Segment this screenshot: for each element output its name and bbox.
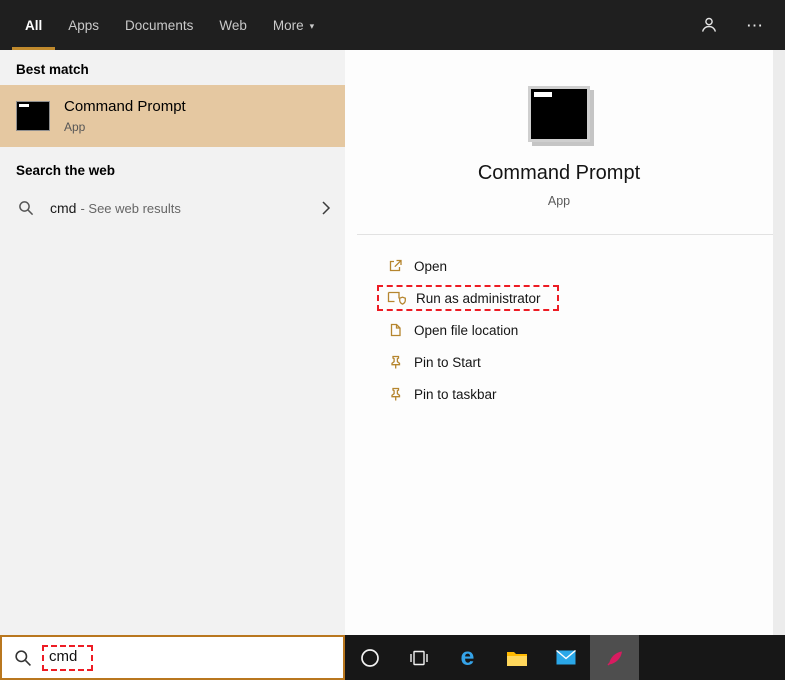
- taskbar-task-view-button[interactable]: [394, 635, 443, 680]
- divider: [357, 234, 773, 235]
- action-pin-to-start-label: Pin to Start: [414, 354, 481, 370]
- pin-icon: [387, 354, 404, 370]
- annotation-box-run-as-admin: Run as administrator: [377, 285, 559, 311]
- tab-documents-label: Documents: [125, 17, 194, 33]
- app-detail-panel: Command Prompt App Open Run as administr…: [345, 50, 773, 635]
- app-subtitle: App: [547, 194, 571, 208]
- app-title: Command Prompt: [477, 162, 641, 184]
- command-prompt-icon: [16, 101, 50, 131]
- mail-icon: [555, 650, 576, 665]
- action-run-as-admin-label: Run as administrator: [416, 290, 541, 306]
- tab-apps[interactable]: Apps: [55, 0, 112, 50]
- action-pin-to-taskbar[interactable]: Pin to taskbar: [385, 378, 773, 410]
- edge-icon: e: [460, 643, 475, 671]
- taskbar-cortana-button[interactable]: [345, 635, 394, 680]
- action-run-as-administrator[interactable]: Run as administrator: [377, 282, 773, 314]
- header-icons: ⋯: [700, 0, 765, 50]
- taskbar-active-app-button[interactable]: [590, 635, 639, 680]
- windows-search-overlay: All Apps Documents Web More ▾ ⋯ Best mat…: [0, 0, 785, 680]
- tab-more[interactable]: More ▾: [260, 0, 327, 50]
- search-web-section-label: Search the web: [16, 163, 116, 178]
- app-actions-list: Open Run as administrator Open file loca…: [345, 250, 773, 410]
- action-open-file-location-label: Open file location: [414, 322, 519, 338]
- command-prompt-icon-large: [528, 86, 590, 142]
- results-panel: Best match Command Prompt App Search the…: [0, 50, 345, 635]
- best-match-title: Command Prompt: [64, 98, 186, 115]
- taskbar-mail-button[interactable]: [541, 635, 590, 680]
- best-match-subtitle: App: [64, 120, 86, 134]
- more-options-icon[interactable]: ⋯: [746, 17, 765, 34]
- tab-documents[interactable]: Documents: [112, 0, 206, 50]
- web-result-suffix: - See web results: [80, 200, 181, 216]
- taskbar: e: [345, 635, 785, 680]
- best-match-section-label: Best match: [16, 62, 89, 77]
- chevron-right-icon[interactable]: [321, 200, 331, 216]
- scrollbar-track[interactable]: [773, 50, 785, 635]
- tab-more-label: More: [272, 17, 304, 33]
- search-input-value: cmd: [49, 647, 78, 665]
- active-app-icon: [605, 648, 625, 668]
- open-icon: [387, 258, 404, 274]
- tab-web[interactable]: Web: [206, 0, 260, 50]
- user-feedback-icon[interactable]: [700, 16, 718, 34]
- tab-apps-label: Apps: [68, 17, 100, 33]
- search-input[interactable]: cmd: [0, 635, 345, 680]
- tab-web-label: Web: [219, 17, 247, 33]
- admin-shield-icon: [387, 290, 406, 306]
- tab-all-label: All: [12, 0, 56, 50]
- taskbar-edge-button[interactable]: e: [443, 635, 492, 680]
- annotation-box-search-query: cmd: [42, 644, 94, 671]
- action-open-label: Open: [414, 258, 448, 274]
- taskbar-file-explorer-button[interactable]: [492, 635, 541, 680]
- file-explorer-icon: [506, 649, 528, 667]
- search-icon: [14, 649, 32, 667]
- chevron-down-icon: ▾: [309, 20, 315, 31]
- pin-icon: [387, 386, 404, 402]
- action-pin-to-start[interactable]: Pin to Start: [385, 346, 773, 378]
- action-open[interactable]: Open: [385, 250, 773, 282]
- web-result-item[interactable]: cmd - See web results: [0, 186, 345, 230]
- action-pin-to-taskbar-label: Pin to taskbar: [414, 386, 497, 402]
- task-view-icon: [409, 648, 429, 668]
- tab-all[interactable]: All: [12, 0, 56, 50]
- search-filter-bar: All Apps Documents Web More ▾ ⋯: [0, 0, 785, 50]
- file-location-icon: [387, 322, 404, 338]
- cortana-icon: [360, 648, 380, 668]
- action-open-file-location[interactable]: Open file location: [385, 314, 773, 346]
- web-result-query: cmd: [50, 200, 77, 216]
- search-icon: [18, 200, 34, 216]
- best-match-item-command-prompt[interactable]: Command Prompt App: [0, 85, 345, 147]
